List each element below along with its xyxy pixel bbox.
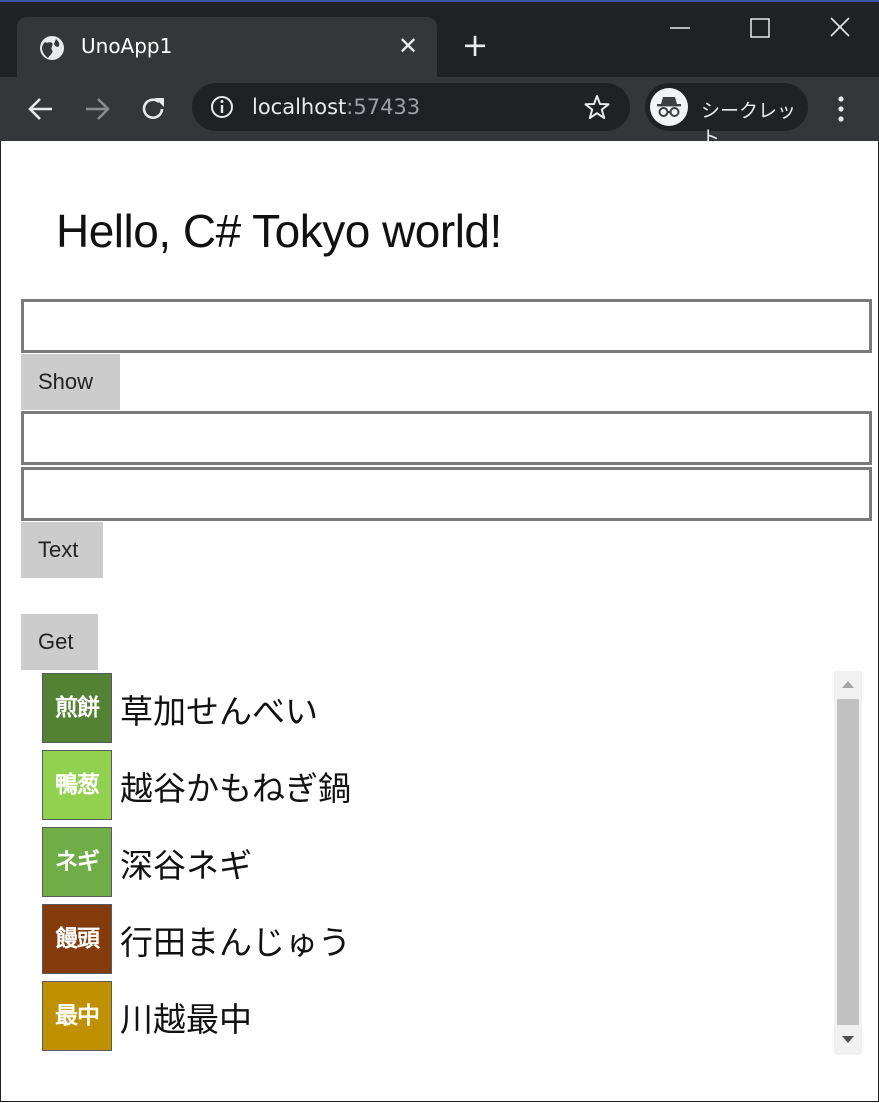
tab-title: UnoApp1 [81, 34, 173, 58]
item-badge: 饅頭 [42, 904, 112, 974]
back-arrow-icon[interactable] [26, 94, 56, 124]
item-badge: 鴨葱 [42, 750, 112, 820]
item-label: 川越最中 [120, 1000, 252, 1039]
get-button[interactable]: Get [21, 614, 98, 670]
page-title: Hello, C# Tokyo world! [56, 205, 502, 257]
text-button[interactable]: Text [21, 522, 103, 578]
star-icon[interactable] [584, 94, 610, 120]
window-close-icon[interactable] [825, 14, 855, 42]
list-item[interactable]: 最中 川越最中 [42, 981, 742, 1051]
globe-icon [40, 36, 64, 60]
window-edge [0, 0, 879, 2]
item-badge: 煎餅 [42, 673, 112, 743]
url-host: localhost [252, 95, 347, 119]
text-input-2[interactable] [21, 411, 872, 465]
list-item[interactable]: 饅頭 行田まんじゅう [42, 904, 742, 974]
incognito-badge[interactable]: シークレット [645, 83, 808, 149]
item-list[interactable]: 煎餅 草加せんべい 鴨葱 越谷かもねぎ鍋 ネギ 深谷ネギ 饅頭 行田まんじゅう … [21, 669, 862, 1055]
scrollbar-thumb[interactable] [837, 699, 859, 1025]
list-scrollbar[interactable] [834, 671, 862, 1055]
url-text[interactable]: localhost:57433 [252, 95, 420, 119]
item-label: 深谷ネギ [120, 846, 252, 885]
browser-tab[interactable]: UnoApp1 ✕ [17, 17, 437, 77]
text-input-3[interactable] [21, 467, 872, 521]
incognito-icon [650, 88, 688, 126]
text-input-1[interactable] [21, 299, 872, 353]
browser-toolbar: localhost:57433 シークレット [0, 77, 879, 149]
address-bar[interactable]: localhost:57433 [192, 83, 630, 131]
list-item[interactable]: 鴨葱 越谷かもねぎ鍋 [42, 750, 742, 820]
list-item[interactable]: 煎餅 草加せんべい [42, 673, 742, 743]
new-tab-icon[interactable]: + [460, 29, 490, 61]
list-item[interactable]: ネギ 深谷ネギ [42, 827, 742, 897]
maximize-icon[interactable] [745, 16, 775, 40]
item-badge: 最中 [42, 981, 112, 1051]
page-content: Hello, C# Tokyo world! Show Text Get 煎餅 … [0, 141, 879, 1103]
item-badge: ネギ [42, 827, 112, 897]
item-label: 草加せんべい [120, 692, 318, 731]
scroll-up-icon[interactable] [834, 671, 862, 697]
scroll-down-icon[interactable] [834, 1027, 862, 1053]
info-icon[interactable] [210, 95, 234, 119]
forward-arrow-icon[interactable] [82, 94, 112, 124]
item-label: 越谷かもねぎ鍋 [120, 769, 351, 808]
minimize-icon[interactable] [665, 16, 695, 40]
show-button[interactable]: Show [21, 354, 120, 410]
browser-chrome: UnoApp1 ✕ + localhost:57433 シークレット [0, 0, 879, 149]
url-port: :57433 [346, 95, 421, 119]
item-label: 行田まんじゅう [120, 923, 351, 962]
more-vert-icon[interactable] [828, 94, 854, 124]
reload-icon[interactable] [138, 94, 168, 124]
tab-close-icon[interactable]: ✕ [397, 33, 419, 59]
